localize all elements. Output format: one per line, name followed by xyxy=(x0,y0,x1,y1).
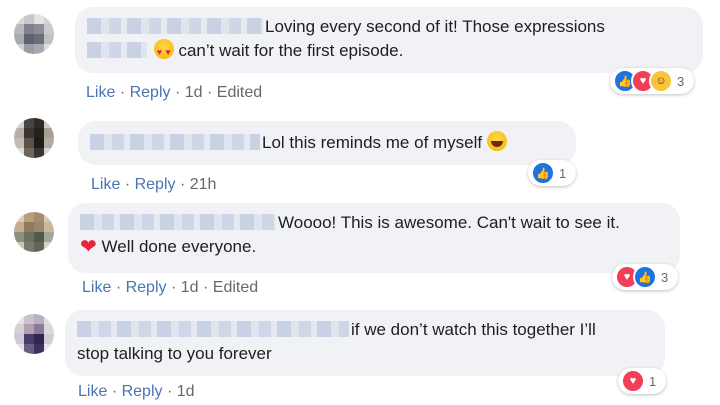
comment-bubble: if we don’t watch this together I’ll sto… xyxy=(65,310,665,376)
reply-button[interactable]: Reply xyxy=(122,383,163,400)
separator: · xyxy=(179,176,186,193)
edited-label[interactable]: Edited xyxy=(213,279,258,296)
comment-bubble: Loving every second of it! Those express… xyxy=(75,7,703,73)
avatar[interactable] xyxy=(14,14,54,54)
reaction-summary[interactable]: 👍 ♥ ☺ 3 xyxy=(610,68,694,94)
author-name[interactable] xyxy=(77,321,349,337)
laughing-emoji-icon xyxy=(486,131,507,151)
like-button[interactable]: Like xyxy=(86,84,115,101)
tagged-name[interactable] xyxy=(87,42,147,58)
comment-text: Lol this reminds me of myself xyxy=(262,133,483,152)
author-name[interactable] xyxy=(90,134,260,150)
heart-eyes-emoji-icon xyxy=(153,39,174,64)
comment-text: Loving every second of it! Those express… xyxy=(265,17,605,36)
reaction-count: 3 xyxy=(661,269,669,285)
comment-text: Woooo! This is awesome. Can't wait to se… xyxy=(278,213,620,232)
like-button[interactable]: Like xyxy=(78,383,107,400)
reaction-summary[interactable]: 👍 1 xyxy=(528,160,576,186)
love-icon: ♥ xyxy=(621,369,645,393)
edited-label[interactable]: Edited xyxy=(217,84,262,101)
separator: · xyxy=(206,84,213,101)
like-button[interactable]: Like xyxy=(82,279,111,296)
reaction-summary[interactable]: ♥ 👍 3 xyxy=(612,264,678,290)
comment-text: if we don’t watch this together I’ll xyxy=(351,320,596,339)
comment-actions: Like · Reply · 21h xyxy=(91,176,216,194)
timestamp[interactable]: 1d xyxy=(181,279,199,296)
timestamp[interactable]: 1d xyxy=(177,383,195,400)
reply-button[interactable]: Reply xyxy=(126,279,167,296)
comment-bubble: Woooo! This is awesome. Can't wait to se… xyxy=(68,203,680,273)
reaction-count: 1 xyxy=(649,373,657,389)
timestamp[interactable]: 1d xyxy=(185,84,203,101)
separator: · xyxy=(202,279,209,296)
author-name[interactable] xyxy=(87,18,263,34)
haha-icon: ☺ xyxy=(649,69,673,93)
like-icon: 👍 xyxy=(531,161,555,185)
comment-actions: Like · Reply · 1d · Edited xyxy=(82,279,258,297)
like-icon: 👍 xyxy=(633,265,657,289)
comment-actions: Like · Reply · 1d · Edited xyxy=(86,84,262,102)
reply-button[interactable]: Reply xyxy=(135,176,176,193)
separator: · xyxy=(174,84,181,101)
separator: · xyxy=(115,279,122,296)
author-name[interactable] xyxy=(80,214,276,230)
separator: · xyxy=(124,176,131,193)
avatar[interactable] xyxy=(14,314,54,354)
reaction-summary[interactable]: ♥ 1 xyxy=(618,368,666,394)
like-button[interactable]: Like xyxy=(91,176,120,193)
reaction-count: 3 xyxy=(677,73,685,89)
separator: · xyxy=(119,84,126,101)
avatar[interactable] xyxy=(14,118,54,158)
red-heart-emoji-icon: ❤ xyxy=(80,236,97,258)
comment-bubble: Lol this reminds me of myself xyxy=(78,121,576,165)
comment-text-line2: can’t wait for the first episode. xyxy=(178,41,404,60)
comment-text-line2: Well done everyone. xyxy=(101,237,257,256)
separator: · xyxy=(170,279,177,296)
reaction-count: 1 xyxy=(559,165,567,181)
comment-text-line2: stop talking to you forever xyxy=(77,344,272,363)
separator: · xyxy=(166,383,173,400)
reply-button[interactable]: Reply xyxy=(130,84,171,101)
comment-actions: Like · Reply · 1d xyxy=(78,383,195,401)
timestamp[interactable]: 21h xyxy=(190,176,217,193)
avatar[interactable] xyxy=(14,212,54,252)
separator: · xyxy=(111,383,118,400)
